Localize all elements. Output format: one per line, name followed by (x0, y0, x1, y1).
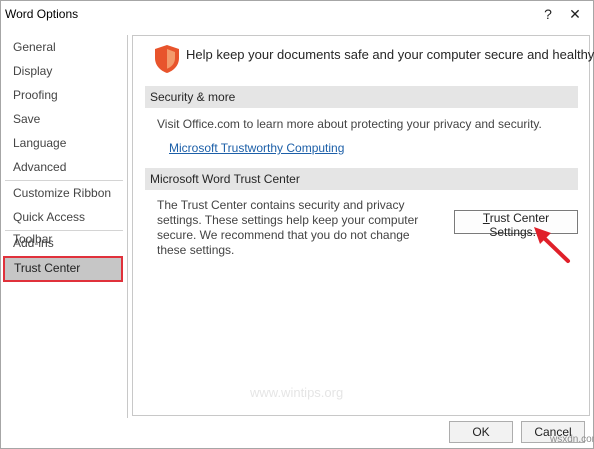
ok-button[interactable]: OK (449, 421, 513, 443)
sidebar-item-trust-center[interactable]: Trust Center (3, 256, 123, 282)
shield-icon (155, 45, 179, 73)
trust-center-panel: Help keep your documents safe and your c… (132, 35, 594, 416)
red-arrow-annotation (534, 227, 570, 263)
security-section-header: Security & more (145, 86, 578, 108)
intro-text: Help keep your documents safe and your c… (186, 47, 594, 62)
watermark: www.wintips.org (250, 385, 344, 400)
word-options-dialog: Word Options ? ✕ General Display Proofin… (0, 0, 594, 449)
site-watermark: wsxdn.com (550, 434, 594, 445)
sidebar-item-display[interactable]: Display (3, 60, 123, 82)
window-title: Word Options (5, 7, 79, 21)
sidebar-divider (5, 230, 123, 231)
sidebar-divider (5, 180, 123, 181)
sidebar-item-proofing[interactable]: Proofing (3, 84, 123, 106)
sidebar-item-add-ins[interactable]: Add-ins (3, 232, 123, 254)
sidebar-item-general[interactable]: General (3, 36, 123, 58)
trust-center-description: The Trust Center contains security and p… (157, 198, 419, 257)
title-bar: Word Options ? ✕ (1, 1, 593, 31)
sidebar: General Display Proofing Save Language A… (1, 35, 128, 418)
trust-center-section-header: Microsoft Word Trust Center (145, 168, 578, 190)
sidebar-item-advanced[interactable]: Advanced (3, 156, 123, 178)
security-section-text: Visit Office.com to learn more about pro… (157, 117, 542, 131)
sidebar-item-customize-ribbon[interactable]: Customize Ribbon (3, 182, 123, 204)
sidebar-item-language[interactable]: Language (3, 132, 123, 154)
sidebar-item-save[interactable]: Save (3, 108, 123, 130)
hotkey-letter: T (482, 211, 490, 225)
close-button[interactable]: ✕ (561, 3, 589, 25)
sidebar-item-quick-access-toolbar[interactable]: Quick Access Toolbar (3, 206, 123, 246)
help-button[interactable]: ? (534, 3, 562, 25)
trustworthy-computing-link[interactable]: Microsoft Trustworthy Computing (169, 141, 344, 155)
